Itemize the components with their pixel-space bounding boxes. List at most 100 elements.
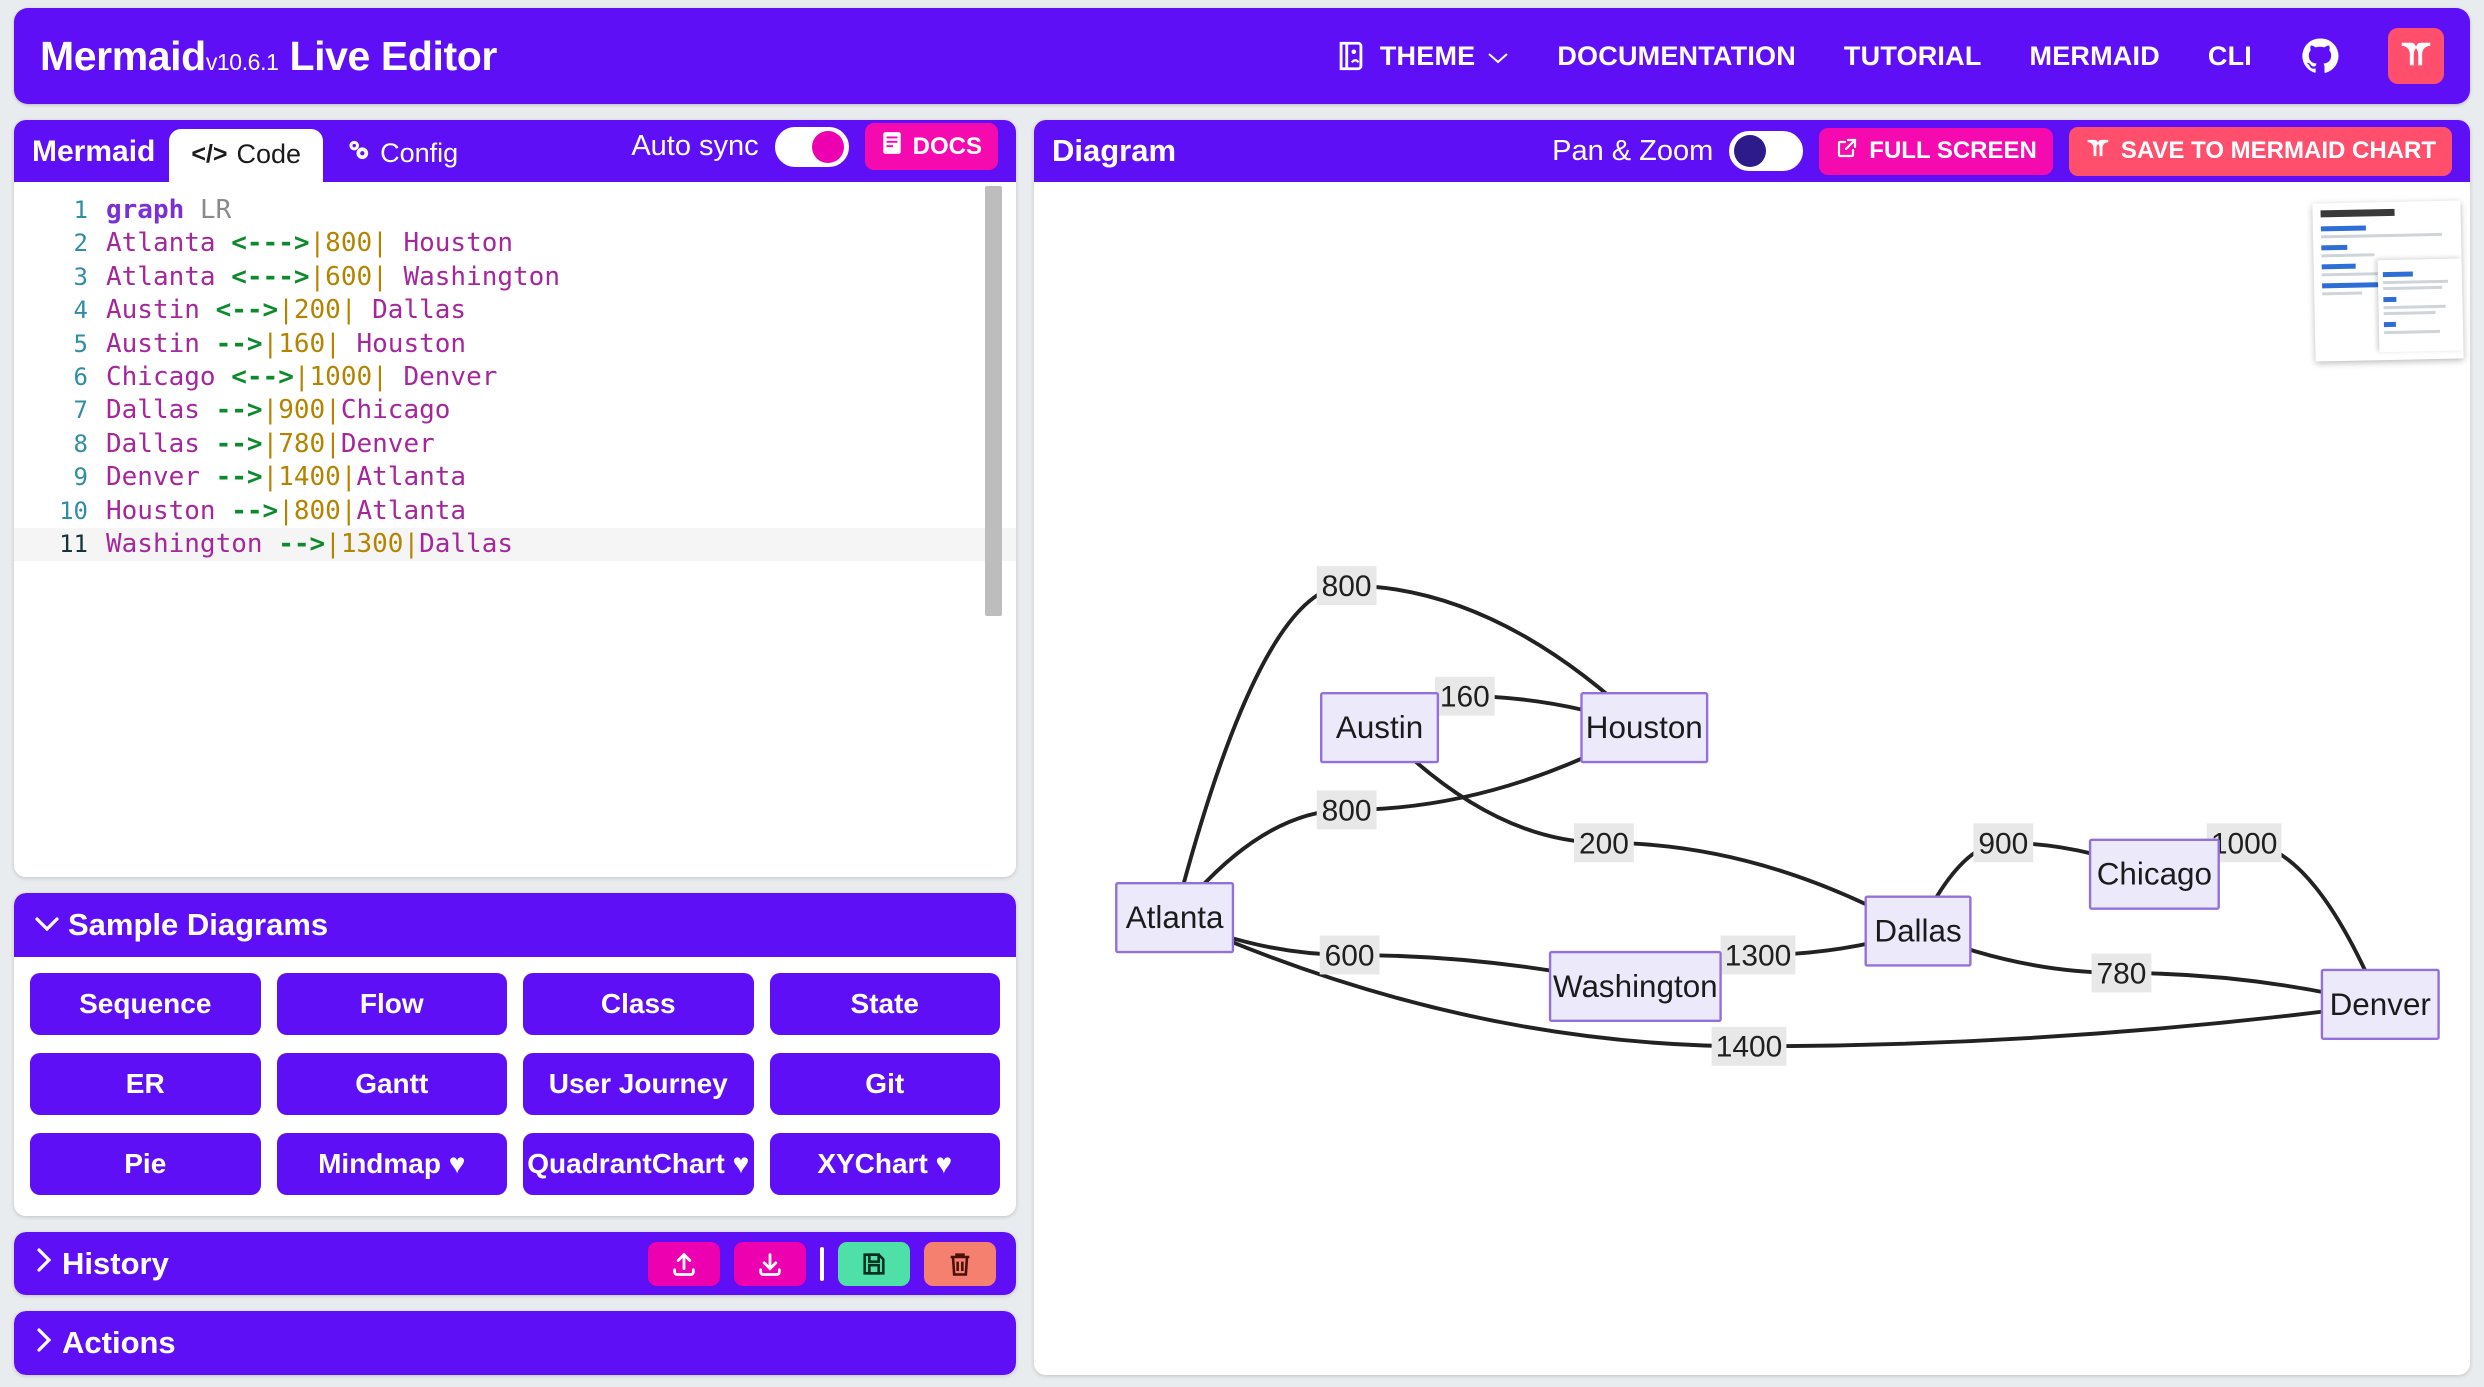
code-line[interactable]: 6 Chicago <-->|1000| Denver [14, 361, 1016, 394]
fullscreen-label: FULL SCREEN [1869, 137, 2037, 164]
code-line[interactable]: 10 Houston -->|800|Atlanta [14, 495, 1016, 528]
book-icon [881, 131, 903, 162]
code-line[interactable]: 7 Dallas -->|900|Chicago [14, 394, 1016, 427]
panzoom-toggle[interactable] [1729, 131, 1804, 171]
flowchart-node[interactable]: Denver [2320, 968, 2440, 1040]
history-title: History [62, 1245, 169, 1281]
node-label: Chicago [2097, 857, 2212, 892]
divider [820, 1246, 824, 1281]
save-to-mermaid-chart-button[interactable]: SAVE TO MERMAID CHART [2068, 126, 2452, 176]
sample-diagram-button[interactable]: User Journey [523, 1052, 754, 1115]
code-line[interactable]: 4 Austin <-->|200| Dallas [14, 294, 1016, 327]
history-upload-button[interactable] [648, 1241, 720, 1286]
sample-diagrams-header[interactable]: Sample Diagrams [14, 892, 1016, 957]
code-text: Dallas -->|900|Chicago [106, 395, 451, 426]
actions-header[interactable]: Actions [14, 1311, 1016, 1375]
edge-label: 780 [2097, 957, 2147, 990]
history-actions [648, 1241, 996, 1286]
sample-diagram-button[interactable]: XYChart ♥ [769, 1132, 1000, 1195]
sample-diagram-button[interactable]: State [769, 972, 1000, 1035]
line-number: 10 [59, 496, 88, 525]
diagram-header: Diagram Pan & Zoom FULL SCREEN SAVE TO M… [1034, 120, 2470, 182]
nav-item-mermaid[interactable]: MERMAID [2030, 41, 2160, 72]
history-delete-button[interactable] [924, 1241, 996, 1286]
thumbnail-line [2384, 329, 2441, 335]
history-download-button[interactable] [734, 1241, 806, 1286]
actions-title: Actions [62, 1325, 176, 1361]
sample-diagram-button[interactable]: Pie [30, 1132, 261, 1195]
thumbnail-heading [2322, 282, 2383, 289]
code-line[interactable]: 9 Denver -->|1400|Atlanta [14, 461, 1016, 494]
editor-vertical-scrollbar[interactable] [985, 186, 1002, 616]
code-editor[interactable]: 1 graph LR 2 Atlanta <--->|800| Houston 3 Atl… [14, 182, 1016, 877]
actions-panel: Actions [14, 1311, 1016, 1375]
panzoom-toggle-knob [1734, 135, 1767, 167]
edge-label: 1400 [1716, 1031, 1783, 1064]
thumbnail-heading [2320, 225, 2366, 232]
thumbnail-line [2383, 279, 2449, 285]
history-save-button[interactable] [838, 1241, 910, 1286]
flowchart-node[interactable]: Austin [1320, 692, 1440, 764]
floating-preview-thumbnail[interactable] [2312, 200, 2464, 362]
sample-diagram-button[interactable]: Git [769, 1052, 1000, 1115]
sample-diagram-button[interactable]: Gantt [276, 1052, 507, 1115]
chevron-right-icon [34, 1247, 54, 1280]
editor-title: Mermaid [32, 135, 156, 168]
edge-label: 160 [1440, 681, 1490, 714]
code-text: graph LR [106, 195, 232, 225]
mermaid-chart-logo-icon [2398, 36, 2434, 77]
code-line[interactable]: 3 Atlanta <--->|600| Washington [14, 261, 1016, 294]
nav-item-cli[interactable]: CLI [2208, 41, 2252, 72]
code-text: Denver -->|1400|Atlanta [106, 462, 467, 493]
code-text: Chicago <-->|1000| Denver [106, 361, 498, 392]
edge-label: 800 [1322, 570, 1372, 603]
flowchart-node[interactable]: Atlanta [1115, 882, 1235, 954]
diagram-canvas[interactable]: 800 800 160 200 600 1300 900 1000 780 1400 Atlant… [1034, 182, 2470, 1375]
autosync-label: Auto sync [631, 130, 759, 162]
tab-code[interactable]: </> Code [169, 129, 324, 182]
thumbnail-popover [2377, 258, 2464, 353]
sample-diagram-button[interactable]: Sequence [30, 972, 261, 1035]
code-line[interactable]: 2 Atlanta <--->|800| Houston [14, 227, 1016, 260]
tab-config[interactable]: Config [323, 127, 480, 182]
code-line[interactable]: 8 Dallas -->|780|Denver [14, 428, 1016, 461]
line-number: 8 [73, 429, 88, 458]
sample-diagram-button[interactable]: Mindmap ♥ [276, 1132, 507, 1195]
flowchart-node[interactable]: Chicago [2088, 838, 2220, 910]
sample-diagrams-grid: Sequence Flow Class State ER Gantt User Journe… [30, 972, 1000, 1195]
github-icon [2300, 36, 2340, 76]
fullscreen-button[interactable]: FULL SCREEN [1819, 127, 2053, 175]
code-line[interactable]: 1 graph LR [14, 194, 1016, 227]
mermaid-chart-button[interactable] [2388, 28, 2444, 84]
nav-item-documentation[interactable]: DOCUMENTATION [1557, 41, 1796, 72]
thumbnail-line [2383, 311, 2436, 316]
edge-label: 1000 [2211, 827, 2278, 860]
flowchart-node[interactable]: Washington [1548, 950, 1722, 1023]
code-line[interactable]: 5 Austin -->|160| Houston [14, 328, 1016, 361]
node-label: Denver [2330, 987, 2431, 1022]
sample-diagram-button[interactable]: Flow [276, 972, 507, 1035]
autosync-toggle[interactable] [774, 126, 849, 167]
docs-button[interactable]: DOCS [864, 123, 998, 170]
edge-label: 600 [1325, 939, 1375, 972]
code-text: Washington -->|1300|Dallas [106, 528, 514, 559]
line-number: 9 [73, 463, 88, 492]
sample-diagram-button[interactable]: QuadrantChart ♥ [523, 1132, 754, 1195]
thumbnail-line [2383, 285, 2443, 291]
code-line[interactable]: 11 Washington -->|1300|Dallas [14, 527, 1016, 562]
code-text: Dallas -->|780|Denver [106, 428, 435, 459]
flowchart-node[interactable]: Dallas [1864, 895, 1972, 967]
app-title: Mermaidv10.6.1 Live Editor [40, 33, 497, 80]
sample-diagram-button[interactable]: Class [523, 972, 754, 1035]
flowchart-node[interactable]: Houston [1580, 692, 1709, 764]
github-link[interactable] [2300, 36, 2340, 76]
thumbnail-line [2322, 291, 2362, 296]
nav-theme-label: THEME [1379, 40, 1476, 71]
history-header[interactable]: History [14, 1231, 1016, 1296]
nav-theme-dropdown[interactable]: THEME [1334, 39, 1510, 73]
node-label: Atlanta [1126, 900, 1224, 935]
line-number: 5 [73, 329, 88, 358]
node-label: Houston [1586, 710, 1703, 745]
sample-diagram-button[interactable]: ER [30, 1052, 261, 1115]
nav-item-tutorial[interactable]: TUTORIAL [1844, 41, 1982, 72]
